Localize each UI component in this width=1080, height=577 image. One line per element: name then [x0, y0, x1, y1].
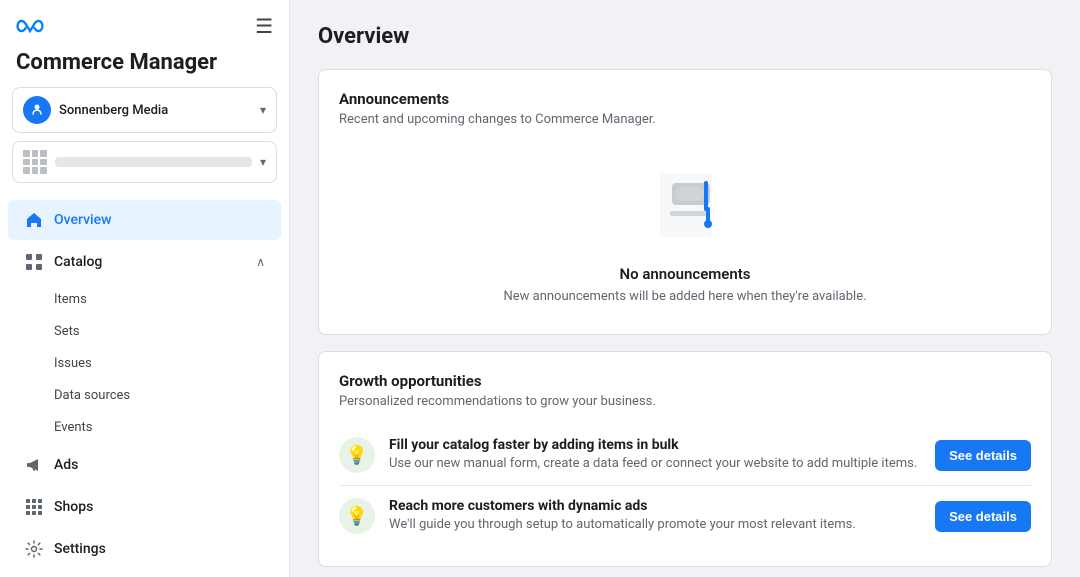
announcements-card: Announcements Recent and upcoming change…	[318, 69, 1052, 335]
sidebar-item-settings-label: Settings	[54, 541, 265, 557]
grid-icon	[24, 252, 44, 272]
sidebar-header: ☰	[0, 0, 289, 46]
growth-subtitle: Personalized recommendations to grow you…	[339, 394, 1031, 409]
sidebar: ☰ Commerce Manager Sonnenberg Media ▾ ▾	[0, 0, 290, 577]
growth-item-1-title: Reach more customers with dynamic ads	[389, 498, 921, 514]
announcements-title: Announcements	[339, 90, 1031, 108]
sidebar-item-shops-label: Shops	[54, 499, 265, 515]
sidebar-item-overview[interactable]: Overview	[8, 200, 281, 240]
home-icon	[24, 210, 44, 230]
meta-logo-icon	[16, 17, 44, 35]
catalog-selector[interactable]: ▾	[12, 141, 277, 183]
megaphone-icon	[24, 455, 44, 475]
main-content: Overview Announcements Recent and upcomi…	[290, 0, 1080, 577]
sidebar-item-sets[interactable]: Sets	[8, 316, 281, 347]
hamburger-button[interactable]: ☰	[255, 14, 273, 38]
growth-item-0-text: Fill your catalog faster by adding items…	[389, 437, 921, 471]
account-selector[interactable]: Sonnenberg Media ▾	[12, 87, 277, 133]
sidebar-item-data-sources[interactable]: Data sources	[8, 380, 281, 411]
data-sources-label: Data sources	[54, 388, 130, 403]
growth-item-1-text: Reach more customers with dynamic ads We…	[389, 498, 921, 532]
growth-title: Growth opportunities	[339, 372, 1031, 390]
catalog-label	[55, 157, 252, 167]
paint-roller-illustration	[640, 163, 730, 253]
gear-icon	[24, 539, 44, 559]
growth-item-1-button[interactable]: See details	[935, 501, 1031, 532]
app-title: Commerce Manager	[0, 46, 289, 87]
sidebar-item-ads[interactable]: Ads	[8, 445, 281, 485]
growth-item-1-desc: We'll guide you through setup to automat…	[389, 517, 921, 532]
sidebar-item-items[interactable]: Items	[8, 284, 281, 315]
lightbulb-icon-2: 💡	[346, 506, 368, 527]
catalog-expand-icon: ∧	[256, 255, 265, 269]
sidebar-item-catalog-label: Catalog	[54, 254, 246, 270]
no-announcements-subtitle: New announcements will be added here whe…	[503, 289, 866, 304]
announcements-subtitle: Recent and upcoming changes to Commerce …	[339, 112, 1031, 127]
lightbulb-icon: 💡	[346, 445, 368, 466]
account-chevron-icon: ▾	[260, 103, 266, 117]
account-name: Sonnenberg Media	[59, 103, 252, 118]
sidebar-item-events[interactable]: Events	[8, 412, 281, 443]
growth-item-0-button[interactable]: See details	[935, 440, 1031, 471]
sidebar-item-ads-label: Ads	[54, 457, 265, 473]
growth-item-0-title: Fill your catalog faster by adding items…	[389, 437, 921, 453]
growth-card: Growth opportunities Personalized recomm…	[318, 351, 1052, 567]
growth-item-1: 💡 Reach more customers with dynamic ads …	[339, 485, 1031, 546]
shop-icon	[24, 497, 44, 517]
catalog-chevron-icon: ▾	[260, 155, 266, 169]
account-avatar	[23, 96, 51, 124]
sidebar-item-issues[interactable]: Issues	[8, 348, 281, 379]
sidebar-item-shops[interactable]: Shops	[8, 487, 281, 527]
sets-label: Sets	[54, 324, 80, 339]
growth-item-0: 💡 Fill your catalog faster by adding ite…	[339, 425, 1031, 485]
announcements-empty-state: No announcements New announcements will …	[339, 143, 1031, 314]
items-label: Items	[54, 292, 87, 307]
growth-item-1-icon: 💡	[339, 498, 375, 534]
sidebar-item-overview-label: Overview	[54, 212, 265, 228]
sidebar-item-settings[interactable]: Settings	[8, 529, 281, 569]
meta-logo	[16, 17, 44, 35]
catalog-grid-icon	[23, 150, 47, 174]
no-announcements-title: No announcements	[619, 265, 750, 283]
growth-item-0-icon: 💡	[339, 437, 375, 473]
events-label: Events	[54, 420, 92, 435]
catalog-submenu: Items Sets Issues Data sources Events	[8, 283, 281, 444]
page-title: Overview	[318, 24, 1052, 49]
sidebar-item-catalog[interactable]: Catalog ∧	[8, 242, 281, 282]
issues-label: Issues	[54, 356, 92, 371]
growth-item-0-desc: Use our new manual form, create a data f…	[389, 456, 921, 471]
